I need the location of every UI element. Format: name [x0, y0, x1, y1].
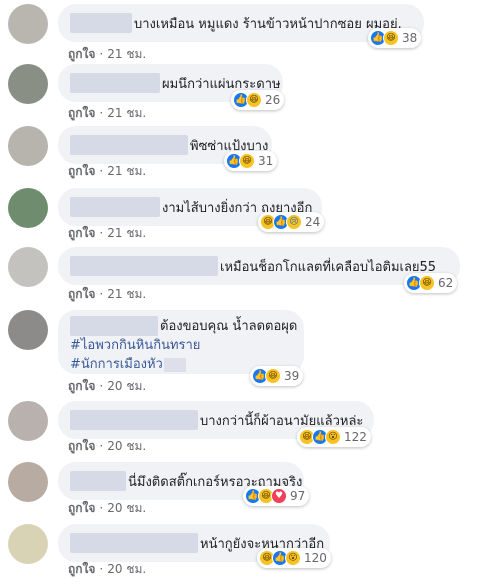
separator: · — [99, 287, 104, 301]
comment-time[interactable]: 20 ชม. — [107, 501, 146, 515]
separator: · — [99, 501, 104, 515]
haha-icon: 😆 — [265, 368, 281, 384]
reaction-summary[interactable]: 😆 👍 😢 24 — [258, 212, 325, 232]
wow-icon: 😮 — [285, 550, 301, 566]
reaction-count: 26 — [265, 93, 281, 107]
avatar[interactable] — [8, 247, 48, 287]
like-button[interactable]: ถูกใจ — [68, 47, 95, 61]
commenter-name-blurred[interactable] — [70, 197, 160, 217]
reaction-summary[interactable]: 👍 😆 31 — [224, 151, 278, 171]
comment-time[interactable]: 20 ชม. — [107, 562, 146, 576]
comment-item: เหมือนช็อกโกแลตที่เคลือบไอติมเลย55 👍 😆 62 … — [0, 247, 497, 311]
comment-item: บางกว่านี้ก็ผ้าอนามัยแล้วหล่ะ 😆 👍 😮 122 ถูก… — [0, 401, 497, 465]
comment-time[interactable]: 21 ชม. — [107, 106, 146, 120]
hashtag-link[interactable]: #ไอพวกกินหินกินทราย — [70, 336, 297, 355]
commenter-name-blurred[interactable] — [70, 410, 198, 430]
reaction-summary[interactable]: 👍 😆 39 — [250, 366, 304, 386]
reaction-count: 120 — [304, 551, 327, 565]
avatar[interactable] — [8, 126, 48, 166]
separator: · — [99, 47, 104, 61]
comment-item: ผมนึกว่าแผ่นกระดาษ 👍 😆 26 ถูกใจ · 21 ชม. — [0, 64, 497, 128]
haha-icon: 😆 — [239, 153, 255, 169]
reaction-summary[interactable]: 😆 👍 😮 120 — [257, 548, 331, 568]
hashtag-text: #นักการเมืองหัว — [70, 357, 163, 372]
like-button[interactable]: ถูกใจ — [68, 226, 95, 240]
haha-icon: 😆 — [246, 92, 262, 108]
comment-meta: ถูกใจ · 21 ชม. — [68, 224, 146, 243]
comment-bubble: ต้องขอบคุณ น้ำลดตอผุด #ไอพวกกินหินกินทรา… — [58, 310, 304, 374]
comment-text: บางเหมือน หมูแดง ร้านข้าวหน้าปากซอย ผมอย… — [134, 16, 402, 32]
like-button[interactable]: ถูกใจ — [68, 287, 95, 301]
like-button[interactable]: ถูกใจ — [68, 501, 95, 515]
avatar[interactable] — [8, 462, 48, 502]
comment-item: บางเหมือน หมูแดง ร้านข้าวหน้าปากซอย ผมอย… — [0, 4, 497, 68]
avatar[interactable] — [8, 188, 48, 228]
commenter-name-blurred[interactable] — [70, 13, 132, 33]
comment-meta: ถูกใจ · 20 ชม. — [68, 499, 146, 518]
like-button[interactable]: ถูกใจ — [68, 562, 95, 576]
separator: · — [99, 439, 104, 453]
reaction-count: 97 — [290, 489, 306, 503]
like-button[interactable]: ถูกใจ — [68, 106, 95, 120]
comment-text: เหมือนช็อกโกแลตที่เคลือบไอติมเลย55 — [220, 259, 437, 275]
comment-bubble: เหมือนช็อกโกแลตที่เคลือบไอติมเลย55 — [58, 247, 460, 285]
comment-meta: ถูกใจ · 20 ชม. — [68, 560, 146, 579]
reaction-summary[interactable]: 😆 👍 😮 122 — [297, 427, 371, 447]
comment-time[interactable]: 21 ชม. — [107, 47, 146, 61]
love-icon: ♥ — [271, 488, 287, 504]
reaction-summary[interactable]: 👍 😆 ♥ 97 — [243, 486, 310, 506]
wow-icon: 😮 — [325, 429, 341, 445]
avatar[interactable] — [8, 4, 48, 44]
commenter-name-blurred[interactable] — [70, 135, 188, 155]
comment-time[interactable]: 20 ชม. — [107, 439, 146, 453]
separator: · — [99, 106, 104, 120]
reaction-count: 122 — [344, 430, 367, 444]
comment-meta: ถูกใจ · 20 ชม. — [68, 437, 146, 456]
reaction-count: 31 — [258, 154, 274, 168]
reaction-count: 24 — [305, 215, 321, 229]
comment-meta: ถูกใจ · 21 ชม. — [68, 285, 146, 304]
comment-time[interactable]: 21 ชม. — [107, 226, 146, 240]
comment-time[interactable]: 21 ชม. — [107, 164, 146, 178]
comment-meta: ถูกใจ · 21 ชม. — [68, 162, 146, 181]
comment-item: งามไส้บางยิ่งกว่า ถุงยางอีก 😆 👍 😢 24 ถูกใจ ·… — [0, 188, 497, 252]
commenter-name-blurred[interactable] — [70, 533, 198, 553]
avatar[interactable] — [8, 524, 48, 564]
reaction-summary[interactable]: 👍 😆 62 — [404, 273, 458, 293]
comment-meta: ถูกใจ · 20 ชม. — [68, 377, 146, 396]
blurred-text — [163, 357, 186, 372]
comment-meta: ถูกใจ · 21 ชม. — [68, 104, 146, 123]
avatar[interactable] — [8, 64, 48, 104]
avatar[interactable] — [8, 401, 48, 441]
separator: · — [99, 379, 104, 393]
like-button[interactable]: ถูกใจ — [68, 164, 95, 178]
commenter-name-blurred[interactable] — [70, 471, 126, 491]
comment-item: นี่มึงติดสติ๊กเกอร์หรอวะถามจริง 👍 😆 ♥ 97 ถู… — [0, 462, 497, 526]
like-button[interactable]: ถูกใจ — [68, 439, 95, 453]
comment-item: หน้ากูยังจะหนากว่าอีก 😆 👍 😮 120 ถูกใจ · 20 ชม… — [0, 524, 497, 588]
reaction-count: 39 — [284, 369, 300, 383]
separator: · — [99, 164, 104, 178]
comment-text: ต้องขอบคุณ น้ำลดตอผุด — [160, 318, 298, 334]
comment-time[interactable]: 21 ชม. — [107, 287, 146, 301]
separator: · — [99, 562, 104, 576]
separator: · — [99, 226, 104, 240]
comment-item: พิซซ่าแป้งบาง 👍 😆 31 ถูกใจ · 21 ชม. — [0, 126, 497, 190]
avatar[interactable] — [8, 310, 48, 350]
comment-meta: ถูกใจ · 21 ชม. — [68, 45, 146, 64]
comment-time[interactable]: 20 ชม. — [107, 379, 146, 393]
reaction-summary[interactable]: 👍 😆 38 — [368, 28, 422, 48]
reaction-count: 62 — [438, 276, 454, 290]
reaction-count: 38 — [402, 31, 418, 45]
haha-icon: 😆 — [383, 30, 399, 46]
commenter-name-blurred[interactable] — [70, 73, 160, 93]
commenter-name-blurred[interactable] — [70, 316, 158, 336]
like-button[interactable]: ถูกใจ — [68, 379, 95, 393]
sad-icon: 😢 — [286, 214, 302, 230]
reaction-summary[interactable]: 👍 😆 26 — [231, 90, 285, 110]
comment-item: ต้องขอบคุณ น้ำลดตอผุด #ไอพวกกินหินกินทรา… — [0, 310, 497, 393]
haha-icon: 😆 — [419, 275, 435, 291]
commenter-name-blurred[interactable] — [70, 256, 218, 276]
